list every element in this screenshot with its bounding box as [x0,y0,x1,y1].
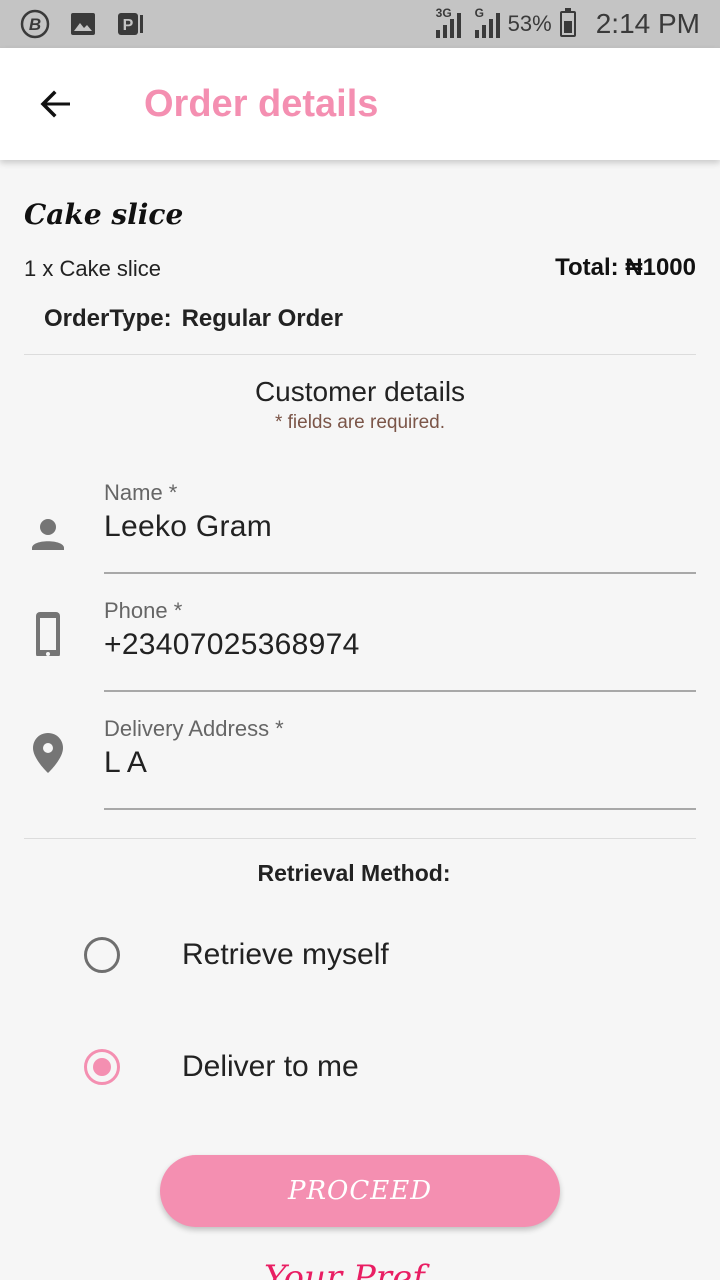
delivery-address-field[interactable]: Delivery Address * L A [24,716,696,816]
status-bar: B P 3G G 53% 2:14 PM [0,0,720,48]
order-type: OrderType: Regular Order [44,305,343,333]
proceed-button[interactable]: PROCEED [160,1155,560,1227]
retrieve-myself-label: Retrieve myself [182,938,389,971]
phone-field[interactable]: Phone * +23407025368974 [24,598,696,698]
deliver-to-me-option[interactable]: Deliver to me [84,1037,644,1097]
divider [24,838,696,839]
phone-underline [104,690,696,692]
name-value[interactable]: Leeko Gram [104,510,272,544]
b-app-icon: B [20,9,50,39]
retrieve-myself-option[interactable]: Retrieve myself [84,925,644,985]
customer-details-title: Customer details [254,376,466,407]
battery-percent: 53% [507,11,552,36]
address-underline [104,808,696,810]
name-label: Name * [104,480,178,505]
address-value[interactable]: L A [104,746,147,780]
order-total: Total: ₦1000 [555,254,696,281]
deliver-to-me-label: Deliver to me [182,1050,359,1083]
back-button[interactable] [0,48,112,160]
signal-g-icon: G [474,6,500,38]
required-note: * fields are required. [274,412,446,433]
proceed-label: PROCEED [287,1176,433,1206]
retrieval-method-title: Retrieval Method: [257,860,451,886]
image-icon [68,9,98,39]
radio-unselected-icon[interactable] [84,937,120,973]
signal-3g-icon: 3G [435,6,461,38]
page-title: Order details [144,82,379,125]
status-time: 2:14 PM [595,8,700,39]
phone-label: Phone * [104,598,183,623]
footer-text: Your Pref... [264,1258,456,1280]
svg-text:P: P [123,17,134,34]
app-bar: Order details [0,48,720,160]
address-label: Delivery Address * [104,716,284,741]
name-field[interactable]: Name * Leeko Gram [24,480,696,580]
order-type-value: Regular Order [181,305,343,332]
battery-icon [559,8,576,37]
order-type-label: OrderType: [44,305,172,332]
arrow-back-icon [40,90,70,118]
phone-icon [36,612,60,656]
quantity-line: 1 x Cake slice [24,256,161,281]
location-pin-icon [33,733,63,773]
person-icon [32,519,64,550]
svg-text:B: B [29,15,41,34]
name-underline [104,572,696,574]
p-app-icon: P [116,9,146,39]
phone-value[interactable]: +23407025368974 [104,628,360,662]
item-name: Cake slice [24,198,184,231]
radio-selected-icon[interactable] [84,1049,120,1085]
divider [24,354,696,355]
